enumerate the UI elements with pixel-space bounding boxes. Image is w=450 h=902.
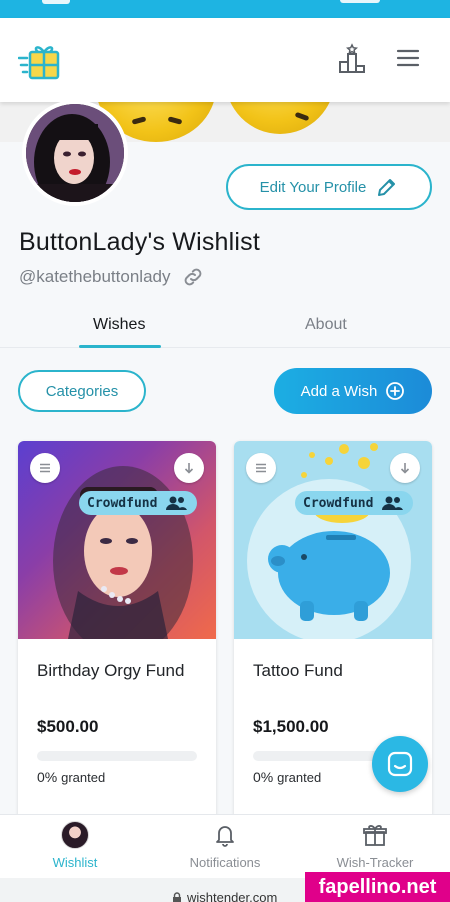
- link-icon[interactable]: [182, 266, 204, 288]
- crowdfund-badge-label: Crowdfund: [87, 495, 158, 511]
- add-wish-button[interactable]: Add a Wish: [274, 368, 432, 414]
- status-bar-indicators: [340, 0, 380, 3]
- wish-price: $1,500.00: [253, 717, 329, 736]
- wish-title: Tattoo Fund: [253, 661, 343, 680]
- url-display: wishtender.com: [172, 890, 277, 902]
- pencil-icon: [378, 179, 396, 196]
- group-icon: [382, 496, 404, 510]
- list-icon: [256, 463, 266, 473]
- wish-price: $500.00: [37, 717, 99, 736]
- nav-wish-tracker[interactable]: Wish-Tracker: [300, 821, 450, 870]
- nav-wish-tracker-label: Wish-Tracker: [336, 855, 414, 870]
- status-bar: [0, 0, 450, 18]
- wish-move-button[interactable]: [390, 453, 420, 483]
- wish-granted-percent: 0%: [253, 769, 274, 785]
- plus-circle-icon: [386, 382, 405, 400]
- wish-menu-button[interactable]: [30, 453, 60, 483]
- profile-photo-image: [26, 104, 124, 202]
- wish-granted-percent: 0%: [37, 769, 58, 785]
- bottom-navigation: Wishlist Notifications Wish-Tracker: [0, 814, 450, 878]
- app-header: [0, 18, 450, 102]
- edit-profile-button[interactable]: Edit Your Profile: [226, 164, 432, 210]
- wish-granted-status: 0% granted: [253, 769, 321, 785]
- wishlist-actions: Categories Add a Wish: [0, 348, 450, 438]
- nav-notifications-label: Notifications: [189, 855, 261, 870]
- crowdfund-badge-label: Crowdfund: [303, 495, 374, 511]
- profile-title: ButtonLady's Wishlist: [19, 228, 261, 256]
- list-icon: [40, 463, 50, 473]
- tab-about[interactable]: About: [305, 316, 347, 334]
- group-icon: [166, 496, 188, 510]
- bell-icon: [216, 826, 234, 847]
- profile-handle: @katethebuttonlady: [19, 267, 171, 286]
- gift-box-logo-icon[interactable]: [18, 40, 62, 82]
- crowdfund-badge: Crowdfund: [79, 491, 198, 515]
- url-text: wishtender.com: [187, 890, 278, 902]
- podium-icon[interactable]: [336, 42, 368, 74]
- avatar[interactable]: [22, 100, 128, 206]
- wish-granted-label: granted: [277, 770, 322, 785]
- wish-title: Birthday Orgy Fund: [37, 661, 185, 680]
- wish-menu-button[interactable]: [246, 453, 276, 483]
- wish-card[interactable]: Crowdfund Birthday Orgy Fund $500.00 0% …: [18, 441, 216, 821]
- arrow-down-icon: [400, 463, 410, 474]
- gift-icon: [363, 825, 387, 846]
- wish-move-button[interactable]: [174, 453, 204, 483]
- nav-notifications[interactable]: Notifications: [150, 821, 300, 870]
- categories-label: Categories: [45, 382, 119, 400]
- tab-wishes[interactable]: Wishes: [93, 316, 145, 334]
- nav-wishlist[interactable]: Wishlist: [0, 821, 150, 870]
- chat-icon: [387, 751, 413, 777]
- categories-button[interactable]: Categories: [18, 370, 146, 412]
- avatar: [61, 821, 89, 849]
- wish-granted-status: 0% granted: [37, 769, 105, 785]
- crowdfund-badge: Crowdfund: [295, 491, 414, 515]
- profile-handle-row: @katethebuttonlady: [19, 266, 204, 288]
- lock-icon: [173, 891, 181, 902]
- hamburger-menu-icon[interactable]: [392, 42, 424, 74]
- watermark-text: fapellino.net: [318, 875, 437, 898]
- watermark: fapellino.net: [305, 872, 450, 902]
- chat-button[interactable]: [372, 736, 428, 792]
- arrow-down-icon: [184, 463, 194, 474]
- status-bar-clock: [42, 0, 70, 4]
- wish-progress-bar: [37, 751, 197, 761]
- add-wish-label: Add a Wish: [300, 382, 378, 400]
- edit-profile-label: Edit Your Profile: [259, 178, 367, 196]
- wish-granted-label: granted: [61, 770, 106, 785]
- emoji-balloon-image: [225, 102, 335, 134]
- nav-wishlist-label: Wishlist: [52, 855, 98, 870]
- profile-tabs: Wishes About: [0, 308, 450, 348]
